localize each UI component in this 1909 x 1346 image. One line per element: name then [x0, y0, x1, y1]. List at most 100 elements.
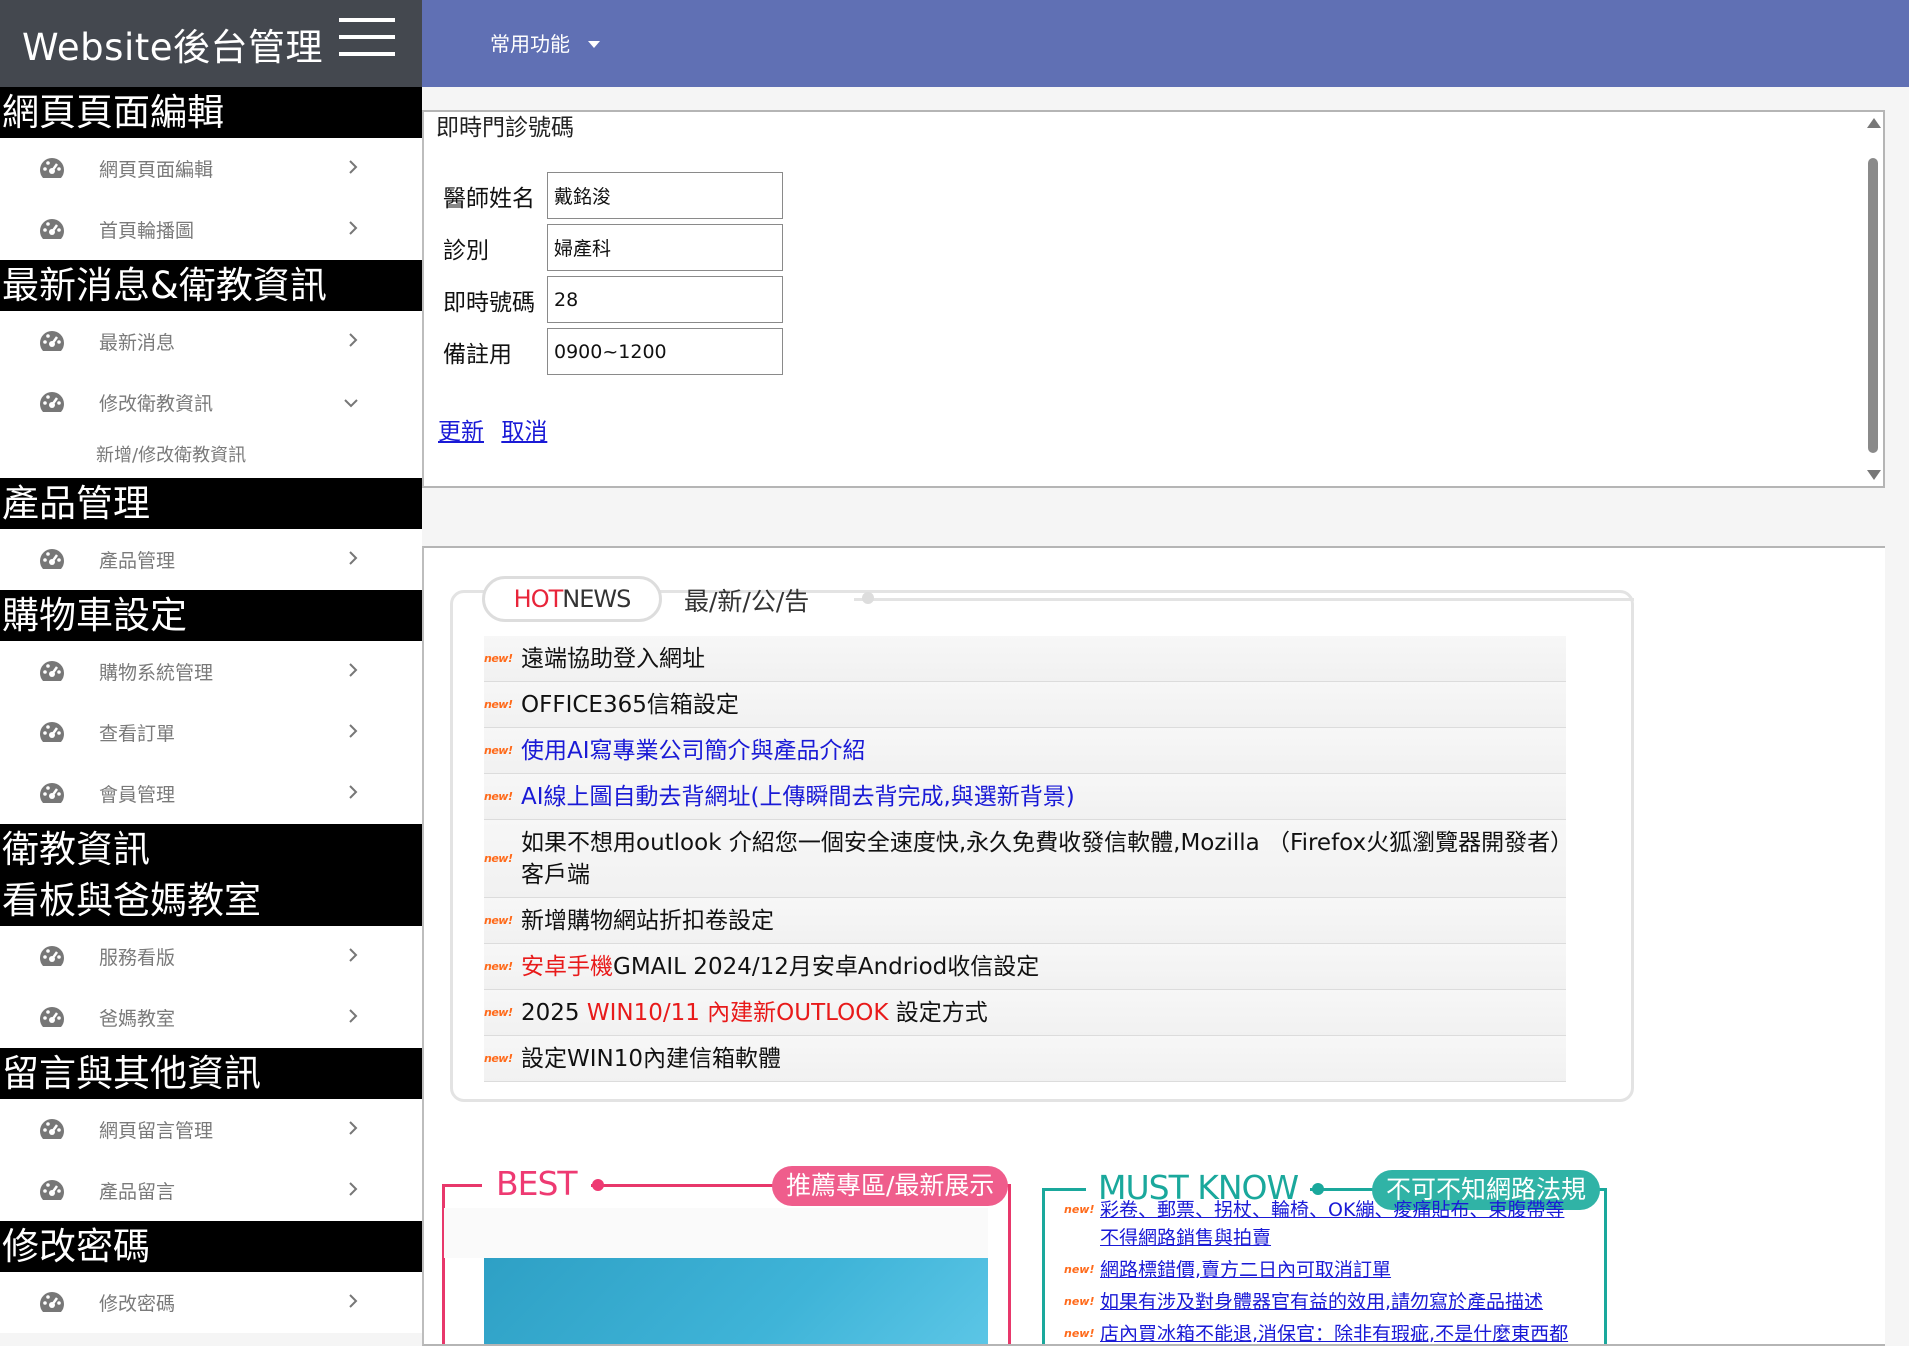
- sidebar-item-page-edit[interactable]: 網頁頁面編輯: [0, 138, 422, 199]
- remark-input[interactable]: [547, 328, 783, 375]
- news-item-rest: GMAIL 2024/12月安卓Andriod收信設定: [613, 953, 1040, 980]
- department-input[interactable]: [547, 224, 783, 271]
- news-item-text: 設定WIN10內建信箱軟體: [521, 1045, 781, 1072]
- remark-label: 備註用: [443, 341, 512, 368]
- dashboard-gauge-icon: [39, 1119, 65, 1139]
- brand-title[interactable]: Website後台管理: [22, 17, 323, 71]
- sidebar-section-title: 網頁頁面編輯: [0, 87, 422, 138]
- best-dot: [592, 1179, 604, 1191]
- form-row-doctor: 醫師姓名: [443, 172, 783, 219]
- sidebar-item-members[interactable]: 會員管理: [0, 763, 422, 824]
- new-badge-icon: new!: [1064, 1203, 1095, 1216]
- form-row-current-number: 即時號碼: [443, 276, 783, 323]
- scrollbar-thumb[interactable]: [1868, 158, 1878, 453]
- chevron-right-icon: [349, 948, 358, 962]
- news-item[interactable]: new! 2025 WIN10/11 內建新OUTLOOK 設定方式: [484, 990, 1566, 1036]
- dashboard-gauge-icon: [39, 1180, 65, 1200]
- sidebar-item-parents-class[interactable]: 爸媽教室: [0, 987, 422, 1048]
- news-list: new! 遠端協助登入網址 new! OFFICE365信箱設定 new! 使用…: [484, 636, 1566, 1082]
- chevron-right-icon: [349, 221, 358, 235]
- dashboard-gauge-icon: [39, 946, 65, 966]
- sidebar-item-label: 服務看版: [99, 947, 176, 969]
- news-item[interactable]: new! 遠端協助登入網址: [484, 636, 1566, 682]
- news-item-text: OFFICE365信箱設定: [521, 691, 739, 718]
- form-row-remark: 備註用: [443, 328, 783, 375]
- sidebar-item-label: 購物系統管理: [99, 662, 214, 684]
- sidebar-item-shop-system[interactable]: 購物系統管理: [0, 641, 422, 702]
- sidebar-item-label: 會員管理: [99, 784, 176, 806]
- news-item-text: 使用AI寫專業公司簡介與產品介紹: [521, 737, 866, 764]
- hot-news-title: 最/新/公/告: [684, 587, 810, 616]
- news-item[interactable]: new! 新增購物網站折扣卷設定: [484, 898, 1566, 944]
- new-badge-icon: new!: [1064, 1295, 1095, 1308]
- common-functions-dropdown[interactable]: 常用功能: [490, 28, 600, 57]
- sidebar-item-label: 首頁輪播圖: [99, 220, 195, 242]
- sidebar-item-news[interactable]: 最新消息: [0, 311, 422, 372]
- new-badge-icon: new!: [484, 652, 513, 665]
- news-item[interactable]: new! AI線上圖自動去背網址(上傳瞬間去背完成,與選新背景): [484, 774, 1566, 820]
- sidebar-item-carousel[interactable]: 首頁輪播圖: [0, 199, 422, 260]
- sidebar-item-service-board[interactable]: 服務看版: [0, 926, 422, 987]
- must-know-list: new! 彩卷、郵票、拐杖、輪椅、OK繃、痠痛貼布、束腹帶等不得網路銷售與拍賣 …: [1064, 1196, 1574, 1344]
- top-nav: 常用功能: [422, 0, 1909, 87]
- current-number-input[interactable]: [547, 276, 783, 323]
- sidebar-section-title: 修改密碼: [0, 1221, 422, 1272]
- sidebar-item-orders[interactable]: 查看訂單: [0, 702, 422, 763]
- sidebar-item-products[interactable]: 產品管理: [0, 529, 422, 590]
- must-know-item: new! 店內買冰箱不能退,消保官：除非有瑕疵,不是什麼東西都可以退: [1064, 1320, 1574, 1344]
- chevron-down-icon: [344, 399, 358, 408]
- sidebar-item-label: 產品管理: [99, 550, 176, 572]
- form-row-department: 診別: [443, 224, 783, 271]
- chevron-right-icon: [349, 160, 358, 174]
- news-item-text: 新增購物網站折扣卷設定: [521, 907, 774, 934]
- best-image-header: [444, 1208, 988, 1258]
- dashboard-gauge-icon: [39, 722, 65, 742]
- scroll-down-arrow-icon[interactable]: [1867, 470, 1881, 480]
- sidebar-section-title-line2: 看板與爸媽教室: [2, 879, 261, 922]
- clinic-number-form-panel: 即時門診號碼 醫師姓名 診別 即時號碼 備註用 更新 取消: [422, 110, 1885, 488]
- chevron-right-icon: [349, 333, 358, 347]
- news-item[interactable]: new! 設定WIN10內建信箱軟體: [484, 1036, 1566, 1082]
- homepage-preview-panel: HOT NEWS 最/新/公/告 new! 遠端協助登入網址 new! OFFI…: [422, 546, 1885, 1346]
- news-label: NEWS: [562, 585, 631, 613]
- must-know-link[interactable]: 彩卷、郵票、拐杖、輪椅、OK繃、痠痛貼布、束腹帶等不得網路銷售與拍賣: [1100, 1196, 1574, 1252]
- must-know-link[interactable]: 如果有涉及對身體器官有益的效用,請勿寫於產品描述: [1100, 1288, 1543, 1316]
- sidebar-item-site-messages[interactable]: 網頁留言管理: [0, 1099, 422, 1160]
- news-item[interactable]: new! 安卓手機GMAIL 2024/12月安卓Andriod收信設定: [484, 944, 1566, 990]
- news-item-post: 設定方式: [888, 999, 988, 1026]
- current-number-label: 即時號碼: [443, 289, 535, 316]
- common-functions-label: 常用功能: [490, 32, 570, 56]
- dashboard-gauge-icon: [39, 549, 65, 569]
- chevron-right-icon: [349, 1294, 358, 1308]
- chevron-right-icon: [349, 1121, 358, 1135]
- news-item[interactable]: new! OFFICE365信箱設定: [484, 682, 1566, 728]
- hamburger-menu-icon[interactable]: [337, 18, 397, 58]
- sidebar-section-title: 衛教資訊 看板與爸媽教室: [0, 824, 422, 926]
- sidebar-subitem-add-health-info[interactable]: 新增/修改衛教資訊: [0, 433, 422, 478]
- dashboard-gauge-icon: [39, 331, 65, 351]
- update-link[interactable]: 更新: [438, 419, 484, 445]
- sidebar-item-label: 爸媽教室: [99, 1008, 176, 1030]
- caret-down-icon: [588, 41, 600, 48]
- news-item-highlight: 安卓手機: [521, 953, 613, 980]
- must-know-link[interactable]: 網路標錯價,賣方二日內可取消訂單: [1100, 1256, 1391, 1284]
- doctor-name-label: 醫師姓名: [443, 185, 535, 212]
- dashboard-gauge-icon: [39, 661, 65, 681]
- sidebar-section-title-line1: 衛教資訊: [2, 828, 150, 871]
- sidebar-item-health-info[interactable]: 修改衛教資訊: [0, 372, 422, 433]
- chevron-right-icon: [349, 724, 358, 738]
- best-border-right: [1008, 1184, 1011, 1344]
- cancel-link[interactable]: 取消: [501, 419, 547, 445]
- best-title: BEST: [482, 1164, 591, 1203]
- new-badge-icon: new!: [484, 790, 513, 803]
- news-item[interactable]: new! 使用AI寫專業公司簡介與產品介紹: [484, 728, 1566, 774]
- sidebar-item-product-messages[interactable]: 產品留言: [0, 1160, 422, 1221]
- form-scrollbar[interactable]: [1863, 112, 1883, 486]
- sidebar-item-change-password[interactable]: 修改密碼: [0, 1272, 422, 1333]
- new-badge-icon: new!: [484, 960, 513, 973]
- scroll-up-arrow-icon[interactable]: [1867, 118, 1881, 128]
- must-know-link[interactable]: 店內買冰箱不能退,消保官：除非有瑕疵,不是什麼東西都可以退: [1100, 1320, 1574, 1344]
- doctor-name-input[interactable]: [547, 172, 783, 219]
- must-know-dot: [1312, 1183, 1324, 1195]
- news-item[interactable]: new! 如果不想用outlook 介紹您一個安全速度快,永久免費收發信軟體,M…: [484, 820, 1566, 898]
